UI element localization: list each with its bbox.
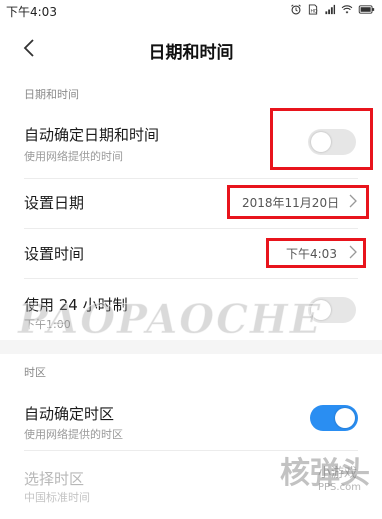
row-title: 自动确定时区: [24, 405, 115, 423]
section-label-timezone: 时区: [24, 366, 46, 379]
row-subtitle: 使用网络提供的时区: [24, 428, 123, 441]
row-subtitle: 下午1:00: [24, 318, 71, 331]
row-title: 设置时间: [24, 245, 85, 263]
auto-timezone-toggle[interactable]: [310, 405, 358, 431]
toggle-knob: [311, 300, 331, 320]
chevron-right-icon: [349, 245, 357, 259]
chevron-right-icon: [349, 194, 357, 208]
toggle-knob: [335, 408, 355, 428]
battery-icon: [358, 5, 375, 14]
row-set-date[interactable]: 设置日期 2018年11月20日: [0, 179, 382, 227]
row-subtitle: 中国标准时间: [24, 491, 90, 504]
date-value: 2018年11月20日: [242, 196, 340, 210]
status-bar: 下午4:03 HD: [0, 0, 382, 22]
section-label-date-time: 日期和时间: [24, 88, 79, 101]
row-title: 设置日期: [24, 194, 85, 212]
signal-icon: [325, 4, 336, 15]
toggle-knob: [311, 132, 331, 152]
alarm-icon: [291, 4, 301, 15]
auto-datetime-toggle[interactable]: [308, 129, 356, 155]
status-icons: HD: [290, 4, 376, 15]
section-gap: [0, 340, 382, 354]
wifi-icon: [341, 5, 353, 14]
row-title: 使用 24 小时制: [24, 296, 128, 314]
row-use-24h[interactable]: 使用 24 小时制 下午1:00: [0, 279, 382, 339]
row-select-timezone[interactable]: 选择时区 中国标准时间: [0, 451, 382, 515]
row-auto-datetime[interactable]: 自动确定日期和时间 使用网络提供的时间: [0, 108, 382, 178]
page-title: 日期和时间: [148, 43, 234, 63]
row-title: 选择时区: [24, 470, 85, 488]
header: 日期和时间: [0, 22, 382, 78]
status-time: 下午4:03: [6, 5, 57, 19]
svg-text:HD: HD: [311, 8, 318, 14]
row-set-time[interactable]: 设置时间 下午4:03: [0, 229, 382, 277]
row-subtitle: 使用网络提供的时间: [24, 150, 123, 163]
time-value: 下午4:03: [286, 247, 337, 261]
row-auto-timezone[interactable]: 自动确定时区 使用网络提供的时区: [0, 386, 382, 450]
row-title: 自动确定日期和时间: [24, 126, 160, 144]
use-24h-toggle[interactable]: [308, 297, 356, 323]
sim-icon: HD: [308, 4, 318, 15]
